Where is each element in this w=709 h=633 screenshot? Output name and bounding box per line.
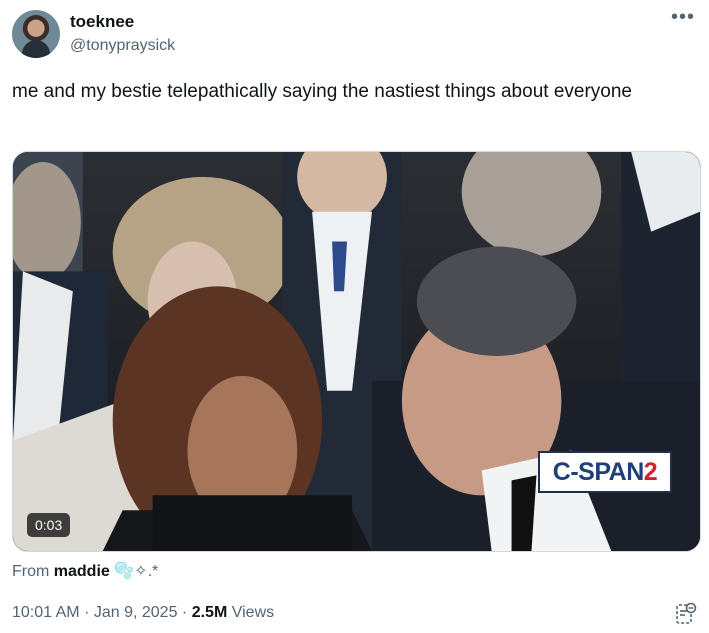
watermark-text: C-SPAN <box>552 457 644 486</box>
video-player[interactable]: C-SPAN 2 0:03 <box>12 151 701 552</box>
video-duration: 0:03 <box>27 513 71 537</box>
source-name[interactable]: maddie <box>54 563 110 580</box>
cspan2-watermark: C-SPAN 2 <box>538 451 672 493</box>
tweet-card: toeknee @tonypraysick ••• me and my best… <box>0 0 709 633</box>
author-display-name[interactable]: toeknee <box>70 12 134 32</box>
readers-note-icon[interactable] <box>675 602 697 626</box>
views-count: 2.5M <box>191 604 228 621</box>
watermark-number: 2 <box>643 457 658 486</box>
post-time[interactable]: 10:01 AM <box>12 604 80 621</box>
author-handle[interactable]: @tonypraysick <box>70 37 175 55</box>
source-prefix: From <box>12 563 50 580</box>
views-label: Views <box>231 604 275 621</box>
more-options-icon[interactable]: ••• <box>671 6 695 29</box>
post-date[interactable]: Jan 9, 2025 <box>94 604 178 621</box>
separator: · <box>84 604 90 621</box>
tweet-text: me and my bestie telepathically saying t… <box>12 81 632 102</box>
source-emoji: 🫧✧.* <box>114 563 159 580</box>
separator: · <box>181 604 188 621</box>
source-attribution: From maddie 🫧✧.* <box>12 561 158 581</box>
avatar[interactable] <box>12 10 60 58</box>
tweet-meta: 10:01 AM · Jan 9, 2025 · 2.5M Views <box>12 604 274 622</box>
